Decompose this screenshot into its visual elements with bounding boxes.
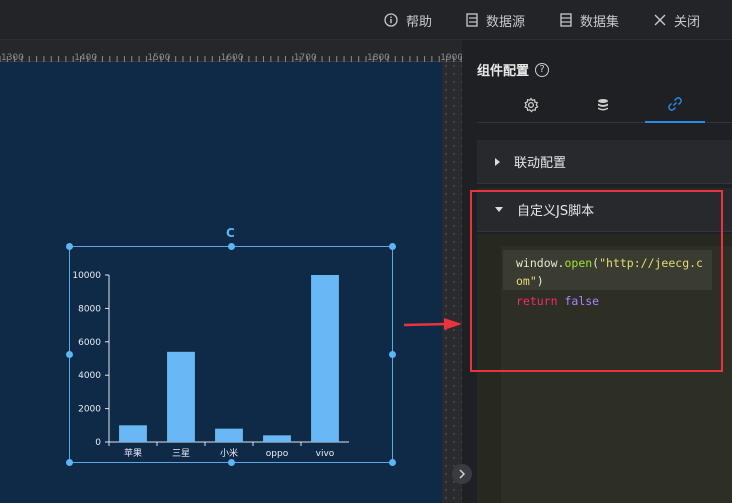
resize-handle-bottom-left[interactable] (66, 459, 73, 466)
dataset-button[interactable]: 数据集 (560, 11, 620, 30)
section-linkage-config[interactable]: 联动配置 (477, 140, 732, 184)
y-tick-label: 6000 (78, 338, 101, 348)
tab-style[interactable] (501, 87, 561, 123)
x-tick-label: 三星 (172, 448, 190, 459)
help-button[interactable]: 帮助 (384, 11, 433, 30)
y-tick-label: 2000 (78, 405, 101, 415)
bar (167, 351, 195, 442)
database-icon (598, 99, 608, 111)
dataset-icon (560, 13, 572, 27)
annotation-arrow (404, 318, 462, 330)
top-toolbar: 帮助 数据源 数据集 关闭 (0, 0, 732, 40)
ruler-tick-label: 1500 (147, 53, 170, 62)
resize-handle-bottom-right[interactable] (389, 459, 396, 466)
close-icon (654, 14, 666, 26)
close-label: 关闭 (674, 14, 701, 30)
resize-handle-top-right[interactable] (389, 243, 396, 250)
ruler-tick-label: 1600 (221, 53, 244, 62)
y-tick-label: 8000 (78, 304, 101, 314)
resize-handle-right[interactable] (389, 351, 396, 358)
x-tick-label: oppo (266, 449, 289, 459)
info-icon (384, 13, 398, 27)
datasource-icon (466, 13, 478, 27)
dataset-label: 数据集 (580, 14, 620, 30)
tab-data[interactable] (573, 87, 633, 123)
bar-chart: 0 2000 4000 6000 8000 10000 苹果 三星 小米 oppo vivo (72, 271, 349, 459)
caret-right-icon (495, 157, 500, 166)
y-tick-label: 10000 (72, 271, 101, 281)
close-button[interactable]: 关闭 (654, 11, 701, 30)
ruler-scale: 1300 1400 1500 1600 1700 1800 1900 (0, 53, 462, 62)
canvas-scroll-gutter (442, 62, 462, 503)
highlight-box (470, 190, 723, 372)
ruler-tick-label: 1400 (74, 53, 97, 62)
y-tick-label: 4000 (78, 371, 101, 381)
section-label: 联动配置 (514, 156, 567, 171)
panel-title-text: 组件配置 (477, 64, 530, 79)
datasource-button[interactable]: 数据源 (466, 11, 526, 30)
tab-link[interactable] (645, 87, 705, 123)
resize-handle-left[interactable] (66, 351, 73, 358)
resize-handle-bottom[interactable] (228, 459, 235, 466)
panel-title: 组件配置 ? (477, 60, 550, 79)
resize-handle-top[interactable] (228, 243, 235, 250)
bar (263, 435, 291, 442)
help-circle-icon[interactable]: ? (535, 62, 550, 77)
x-tick-label: 苹果 (124, 447, 142, 459)
ruler-tick-label: 1800 (367, 53, 390, 62)
x-tick-label: 小米 (220, 447, 238, 459)
bar (119, 425, 147, 442)
x-tick-label: vivo (316, 449, 335, 459)
ruler-tick-label: 1300 (1, 53, 24, 62)
collapse-panel-button[interactable] (452, 464, 472, 484)
bar (215, 428, 243, 442)
chevron-right-icon (459, 469, 466, 479)
ruler-tick-label: 1700 (294, 53, 317, 62)
y-tick-label: 0 (95, 438, 101, 448)
chart-widget[interactable]: 0 2000 4000 6000 8000 10000 苹果 三星 小米 oppo vivo (69, 246, 393, 463)
resize-handle-top-left[interactable] (66, 243, 73, 250)
ruler-tick-label: 1900 (440, 53, 462, 62)
config-tabs (477, 87, 732, 123)
rotate-icon[interactable]: C (226, 226, 235, 240)
bar (311, 275, 339, 442)
gear-icon (524, 97, 539, 113)
horizontal-ruler: 1300 1400 1500 1600 1700 1800 1900 (0, 40, 462, 62)
link-icon (668, 97, 682, 111)
datasource-label: 数据源 (486, 14, 526, 30)
help-label: 帮助 (406, 14, 433, 30)
